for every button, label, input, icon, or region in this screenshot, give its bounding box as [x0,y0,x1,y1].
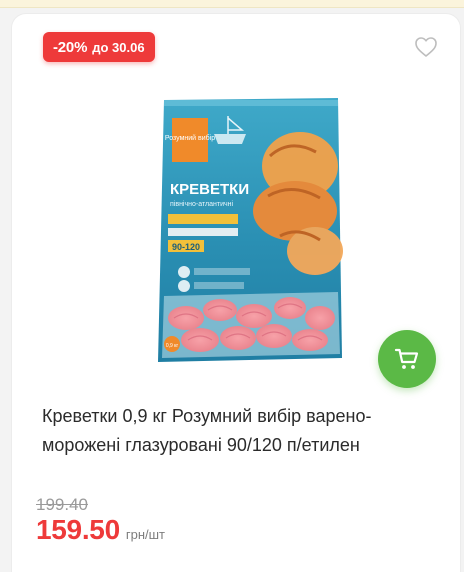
discount-until: до 30.06 [92,39,145,55]
discount-percent: -20% [53,38,88,56]
brand-mark: Розумний вибір [165,134,215,142]
old-price: 199.40 [36,495,88,514]
add-to-cart-button[interactable] [378,330,436,388]
product-image[interactable]: Розумний вибір КРЕВЕТКИ північно-атланти… [150,96,350,366]
weight-mark: 0,9 кг [166,343,179,349]
top-strip [0,0,464,8]
cart-icon [394,348,419,369]
product-title[interactable]: Креветки 0,9 кг Розумний вибір варено-мо… [42,402,444,460]
price-row: 159.50 грн/шт [36,514,165,546]
product-card[interactable]: -20% до 30.06 Розумний вибір КРЕВЕТКИ пі… [12,14,460,572]
bag-size: 90-120 [172,242,200,252]
discount-badge: -20% до 30.06 [43,32,155,62]
price-unit: грн/шт [125,527,165,542]
bag-subname: північно-атлантичні [170,200,233,208]
heart-icon[interactable] [414,36,438,58]
bag-name: КРЕВЕТКИ [170,181,249,198]
current-price: 159.50 [36,514,120,545]
